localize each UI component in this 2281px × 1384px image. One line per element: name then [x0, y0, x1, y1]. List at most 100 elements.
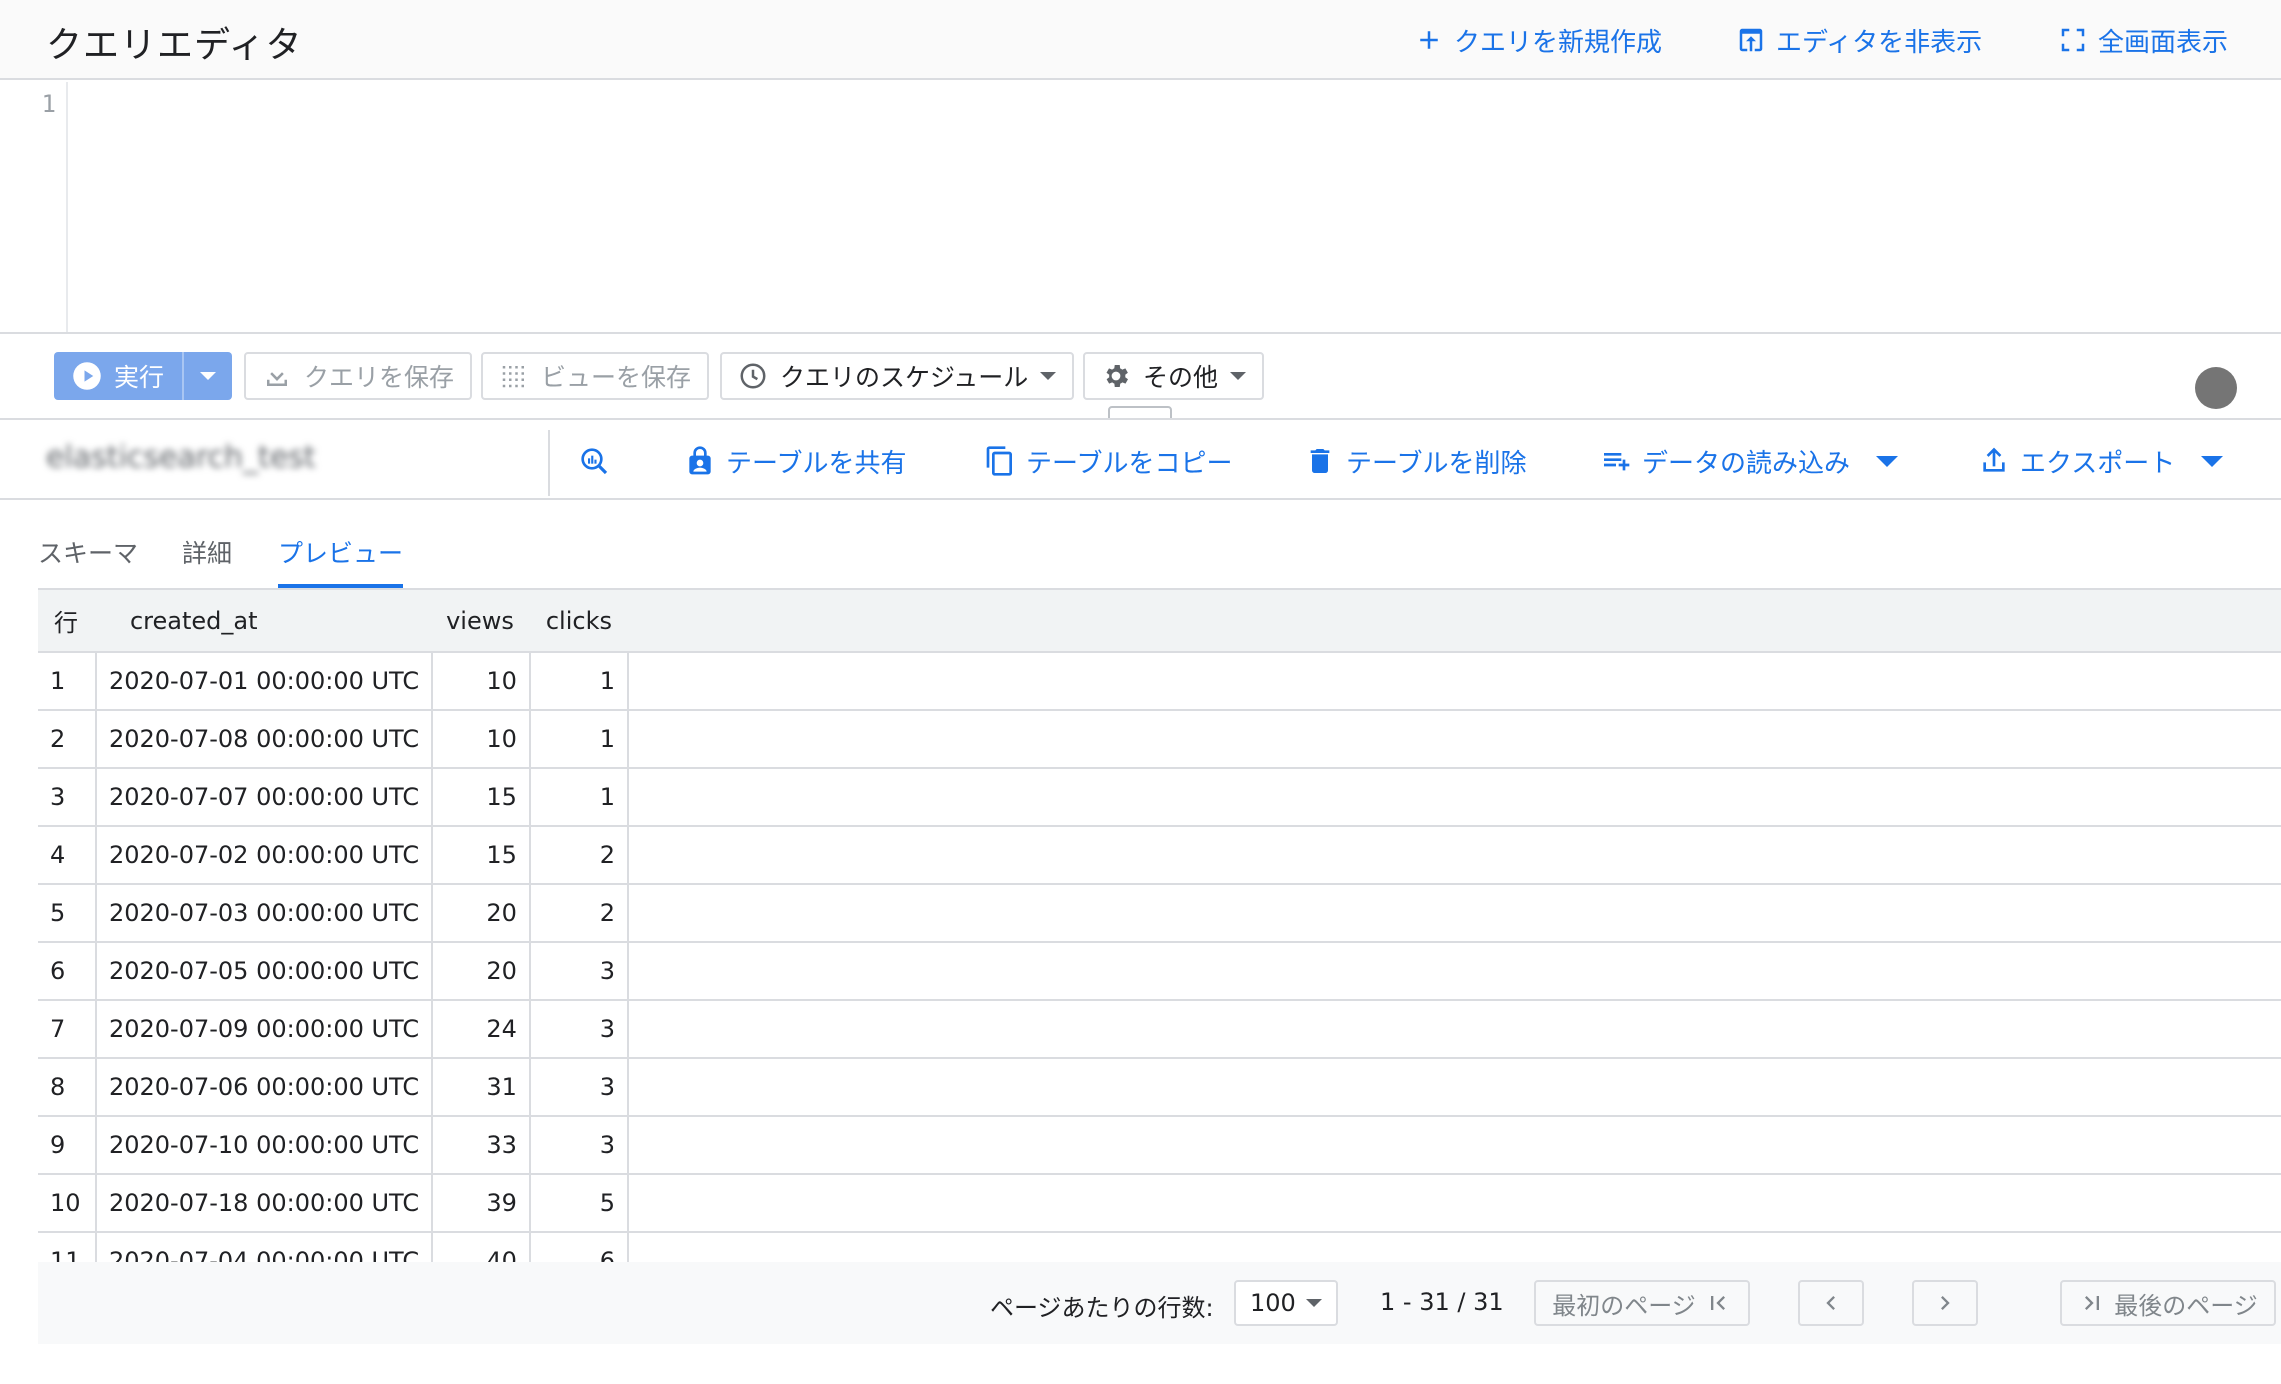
sql-input[interactable] [70, 82, 2281, 332]
run-button[interactable]: 実行 [54, 352, 182, 400]
trash-icon [1310, 449, 1330, 473]
cell-clicks: 1 [529, 768, 630, 826]
cell-views: 20 [432, 942, 531, 1000]
cell-clicks: 5 [529, 1174, 630, 1232]
next-page-button[interactable] [1912, 1280, 1978, 1326]
playlist-icon [1604, 453, 1630, 471]
row-filler [628, 710, 2281, 768]
download-icon [267, 364, 287, 386]
cell-views: 10 [432, 652, 531, 710]
cell-row-number: 3 [38, 768, 97, 826]
row-filler [628, 1058, 2281, 1116]
caret-down-icon [1306, 1299, 1322, 1307]
cell-row-number: 8 [38, 1058, 97, 1116]
copy-table-label: テーブルをコピー [1026, 448, 1233, 479]
cell-row-number: 4 [38, 826, 97, 884]
cell-created-at: 2020-07-04 00:00:00 UTC [95, 1232, 434, 1262]
load-data-button[interactable]: データの読み込み [1600, 440, 1899, 482]
table-header-row: 行 created_at views clicks [38, 590, 2281, 652]
cell-created-at: 2020-07-05 00:00:00 UTC [95, 942, 434, 1000]
editor-header: クエリエディタ クエリを新規作成 エディタを非表示 全画面表示 [0, 0, 2281, 80]
more-label: その他 [1143, 363, 1219, 392]
new-query-label: クエリを新規作成 [1454, 27, 1663, 58]
table-row: 3 2020-07-07 00:00:00 UTC 15 1 [38, 768, 2281, 826]
table-row: 10 2020-07-18 00:00:00 UTC 39 5 [38, 1174, 2281, 1232]
previous-page-button[interactable] [1798, 1280, 1864, 1326]
delete-table-button[interactable]: テーブルを削除 [1304, 440, 1526, 482]
copy-table-button[interactable]: テーブルをコピー [984, 440, 1232, 482]
cell-views: 10 [432, 710, 531, 768]
column-header-created-at: created_at [129, 606, 258, 635]
table-row: 7 2020-07-09 00:00:00 UTC 24 3 [38, 1000, 2281, 1058]
bigquery-console: クエリエディタ クエリを新規作成 エディタを非表示 全画面表示 1 実行 クエリ… [0, 0, 2281, 1384]
row-filler [628, 942, 2281, 1000]
cell-views: 39 [432, 1174, 531, 1232]
rows-per-page-value: 100 [1250, 1289, 1296, 1317]
new-query-button[interactable]: クエリを新規作成 [1414, 20, 1662, 60]
column-header-row-number: 行 [54, 609, 78, 637]
first-page-button[interactable]: 最初のページ [1534, 1280, 1750, 1326]
cell-clicks: 3 [529, 1000, 630, 1058]
query-toolbar: 実行 クエリを保存 ビューを保存 クエリのスケジュール その他 [0, 336, 2281, 422]
cell-row-number: 5 [38, 884, 97, 942]
rows-per-page-select[interactable]: 100 [1234, 1280, 1338, 1326]
export-button[interactable]: エクスポート [1978, 440, 2224, 482]
first-page-icon [1710, 1296, 1725, 1310]
last-page-label: 最後のページ [2114, 1291, 2258, 1320]
fullscreen-button[interactable]: 全画面表示 [2058, 20, 2228, 60]
last-page-button[interactable]: 最後のページ [2060, 1280, 2276, 1326]
caret-down-icon [1876, 455, 1899, 467]
cell-row-number: 7 [38, 1000, 97, 1058]
fullscreen-icon [2061, 28, 2085, 52]
column-header-views: views [446, 606, 514, 635]
results-table: 行 created_at views clicks 1 2020-07-01 00… [38, 590, 2281, 1262]
more-button[interactable]: その他 [1083, 352, 1265, 400]
tab-details[interactable]: 詳細 [182, 534, 232, 588]
cell-clicks: 1 [529, 710, 630, 768]
export-label: エクスポート [2020, 448, 2176, 479]
cell-created-at: 2020-07-02 00:00:00 UTC [95, 826, 434, 884]
caret-down-icon [2201, 455, 2224, 467]
cell-row-number: 2 [38, 710, 97, 768]
row-filler [628, 1232, 2281, 1262]
run-button-group: 実行 [54, 352, 232, 400]
cell-clicks: 2 [529, 826, 630, 884]
share-table-button[interactable]: テーブルを共有 [684, 440, 906, 482]
table-row: 9 2020-07-10 00:00:00 UTC 33 3 [38, 1116, 2281, 1174]
row-filler [628, 1174, 2281, 1232]
save-view-button[interactable]: ビューを保存 [481, 352, 710, 400]
row-filler [628, 884, 2281, 942]
tab-preview[interactable]: プレビュー [278, 534, 404, 588]
cell-row-number: 6 [38, 942, 97, 1000]
last-page-icon [2085, 1296, 2100, 1310]
cell-clicks: 2 [529, 884, 630, 942]
run-options-dropdown[interactable] [182, 352, 232, 400]
row-filler [628, 768, 2281, 826]
table-row: 11 2020-07-04 00:00:00 UTC 40 6 [38, 1232, 2281, 1262]
table-row: 1 2020-07-01 00:00:00 UTC 10 1 [38, 652, 2281, 710]
search-chart-icon [581, 448, 608, 475]
query-editor: 1 [0, 82, 2281, 334]
cell-created-at: 2020-07-09 00:00:00 UTC [95, 1000, 434, 1058]
cell-created-at: 2020-07-08 00:00:00 UTC [95, 710, 434, 768]
run-label: 実行 [114, 363, 165, 392]
table-name: elasticsearch_test [46, 440, 316, 475]
save-query-button[interactable]: クエリを保存 [244, 352, 473, 400]
upload-icon [1983, 447, 2005, 472]
query-table-button[interactable] [578, 440, 610, 482]
cell-clicks: 1 [529, 652, 630, 710]
row-filler [628, 1116, 2281, 1174]
table-row: 2 2020-07-08 00:00:00 UTC 10 1 [38, 710, 2281, 768]
hide-editor-button[interactable]: エディタを非表示 [1736, 20, 1982, 60]
cell-views: 15 [432, 768, 531, 826]
schedule-query-button[interactable]: クエリのスケジュール [720, 352, 1075, 400]
cell-views: 31 [432, 1058, 531, 1116]
rows-per-page-label: ページあたりの行数: [990, 1294, 1214, 1322]
tab-schema[interactable]: スキーマ [38, 534, 138, 588]
plus-icon [1420, 31, 1438, 49]
cell-views: 24 [432, 1000, 531, 1058]
share-table-label: テーブルを共有 [726, 448, 907, 479]
divider [548, 430, 550, 496]
table-action-bar: elasticsearch_test テーブルを共有 テーブルをコピー テーブル… [0, 418, 2281, 500]
gear-icon [1106, 365, 1128, 387]
